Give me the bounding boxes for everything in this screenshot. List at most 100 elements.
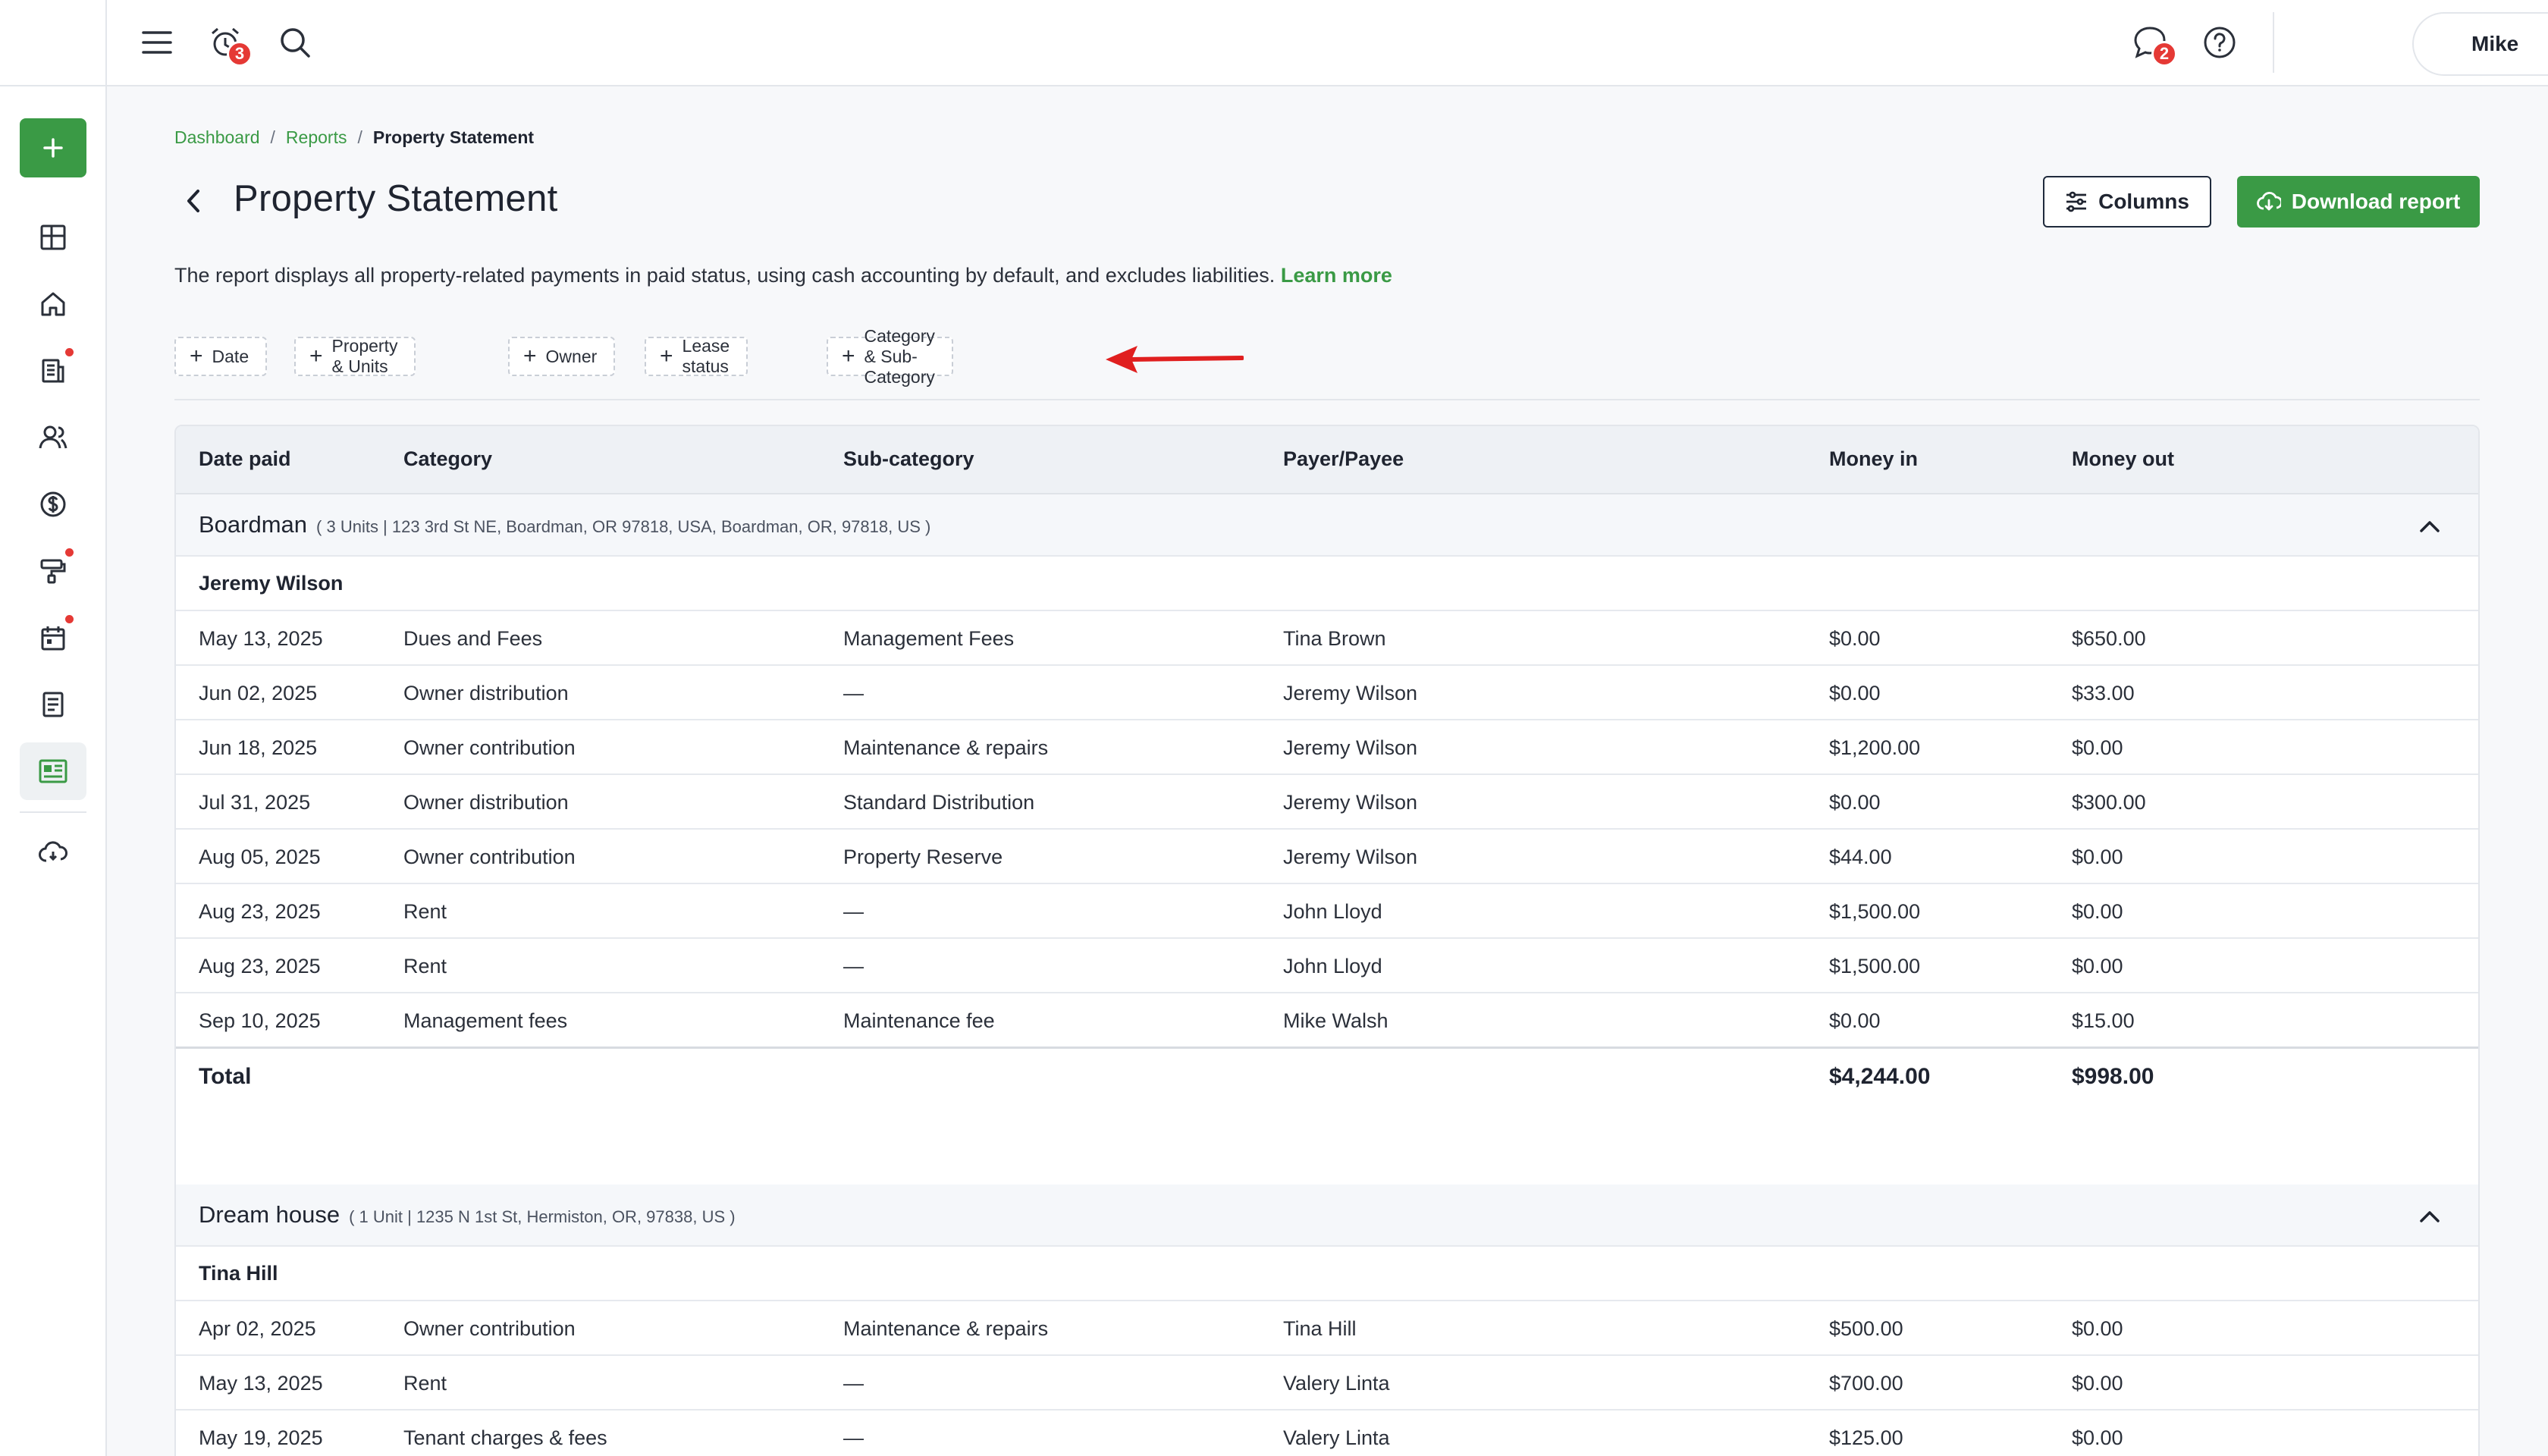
cell-money-out: $650.00: [2072, 627, 2146, 650]
breadcrumb-separator: /: [357, 127, 362, 147]
cell-date: Sep 10, 2025: [199, 1009, 321, 1032]
breadcrumb: Dashboard / Reports / Property Statement: [174, 127, 534, 148]
topbar: 3 2 Mike: [107, 0, 2548, 86]
cell-money-in: $1,200.00: [1829, 736, 1921, 759]
back-button[interactable]: [185, 182, 215, 220]
plus-icon: +: [190, 344, 203, 369]
cell-sub-category: —: [843, 955, 864, 977]
table-row[interactable]: Aug 23, 2025 Rent — John Lloyd $1,500.00…: [176, 884, 2478, 939]
cell-category: Tenant charges & fees: [403, 1426, 607, 1449]
cell-sub-category: —: [843, 1372, 864, 1395]
table-row[interactable]: Jun 02, 2025 Owner distribution — Jeremy…: [176, 666, 2478, 720]
chevron-left-icon: [187, 190, 199, 212]
cell-date: Jun 02, 2025: [199, 682, 318, 704]
learn-more-link[interactable]: Learn more: [1281, 264, 1392, 287]
table-row[interactable]: Aug 05, 2025 Owner contribution Property…: [176, 830, 2478, 884]
annotation-arrow-icon: [1106, 346, 1244, 373]
column-header-date-paid: Date paid: [199, 447, 291, 470]
table-row[interactable]: Jul 31, 2025 Owner distribution Standard…: [176, 775, 2478, 830]
page-title: Property Statement: [234, 178, 558, 219]
breadcrumb-dashboard-link[interactable]: Dashboard: [174, 127, 260, 148]
collapse-group-button[interactable]: [2415, 1201, 2445, 1232]
people-icon: [39, 425, 67, 449]
table-row[interactable]: May 13, 2025 Rent — Valery Linta $700.00…: [176, 1356, 2478, 1410]
sidebar-item-maintenance[interactable]: [20, 542, 86, 600]
cell-money-in: $44.00: [1829, 846, 1892, 868]
sidebar-item-properties[interactable]: [20, 275, 86, 333]
filter-label: Property & Units: [331, 336, 398, 376]
table-row[interactable]: May 13, 2025 Dues and Fees Management Fe…: [176, 611, 2478, 666]
sidebar-item-calendar[interactable]: [20, 609, 86, 667]
table-row[interactable]: Jun 18, 2025 Owner contribution Maintena…: [176, 720, 2478, 775]
cell-money-in: $0.00: [1829, 791, 1881, 814]
cell-money-in: $0.00: [1829, 627, 1881, 650]
columns-button[interactable]: Columns: [2043, 176, 2211, 228]
search-button[interactable]: [272, 20, 318, 65]
notifications-button[interactable]: 3: [202, 20, 253, 67]
menu-button[interactable]: [134, 20, 180, 65]
report-table: Date paid Category Sub-category Payer/Pa…: [174, 425, 2480, 1456]
report-description: The report displays all property-related…: [174, 264, 1392, 287]
cell-money-out: $0.00: [2072, 736, 2123, 759]
sidebar: [0, 0, 107, 1456]
cell-money-in: $125.00: [1829, 1426, 1903, 1449]
cell-money-out: $0.00: [2072, 846, 2123, 868]
filter-date[interactable]: + Date: [174, 337, 268, 376]
building-document-icon: [42, 359, 64, 383]
property-name: Dream house ( 1 Unit | 1235 N 1st St, Her…: [199, 1201, 736, 1228]
cell-money-in: $1,500.00: [1829, 955, 1921, 977]
table-row[interactable]: Sep 10, 2025 Management fees Maintenance…: [176, 993, 2478, 1048]
sidebar-item-accounting[interactable]: [20, 475, 86, 533]
column-header-money-out: Money out: [2072, 447, 2174, 470]
cell-category: Rent: [403, 1372, 447, 1395]
collapse-group-button[interactable]: [2415, 511, 2445, 541]
messages-button[interactable]: 2: [2127, 20, 2177, 67]
sidebar-logo-area: [0, 0, 105, 86]
dashboard-grid-icon: [40, 224, 66, 250]
sidebar-item-dashboard[interactable]: [20, 209, 86, 266]
cell-date: May 13, 2025: [199, 627, 323, 650]
property-group-header: Boardman ( 3 Units | 123 3rd St NE, Board…: [176, 494, 2478, 557]
notifications-badge: 3: [227, 41, 253, 67]
sidebar-item-leases[interactable]: [20, 342, 86, 400]
sidebar-item-documents[interactable]: [20, 676, 86, 733]
report-description-text: The report displays all property-related…: [174, 264, 1276, 287]
filter-category-subcategory[interactable]: + Category & Sub-Category: [827, 326, 953, 387]
cell-payer: Valery Linta: [1283, 1426, 1390, 1449]
sidebar-item-reports[interactable]: [20, 742, 86, 800]
download-report-button[interactable]: Download report: [2237, 176, 2480, 228]
sidebar-item-people[interactable]: [20, 409, 86, 466]
breadcrumb-current: Property Statement: [372, 127, 535, 147]
cell-sub-category: —: [843, 682, 864, 704]
cell-sub-category: Maintenance fee: [843, 1009, 995, 1032]
sliders-icon: [2066, 191, 2087, 212]
filter-lease-status[interactable]: + Lease status: [645, 336, 748, 376]
column-header-payer-payee: Payer/Payee: [1283, 447, 1404, 470]
cell-category: Owner contribution: [403, 846, 576, 868]
help-button[interactable]: [2197, 20, 2242, 65]
table-row[interactable]: Apr 02, 2025 Owner contribution Maintena…: [176, 1301, 2478, 1356]
table-row[interactable]: Aug 23, 2025 Rent — John Lloyd $1,500.00…: [176, 939, 2478, 993]
calendar-icon: [41, 626, 65, 651]
user-name: Mike: [2471, 32, 2519, 55]
cloud-upload-icon: [39, 841, 67, 862]
table-row[interactable]: May 19, 2025 Tenant charges & fees — Val…: [176, 1410, 2478, 1456]
cell-payer: Mike Walsh: [1283, 1009, 1389, 1032]
user-menu[interactable]: Mike: [2412, 12, 2548, 76]
cell-payer: Jeremy Wilson: [1283, 682, 1418, 704]
plus-icon: +: [842, 344, 855, 369]
filter-property-units[interactable]: + Property & Units: [294, 336, 416, 376]
total-money-in: $4,244.00: [1829, 1064, 1931, 1089]
owner-name: Jeremy Wilson: [199, 572, 344, 595]
cell-money-in: $700.00: [1829, 1372, 1903, 1395]
help-circle-icon: [2204, 27, 2236, 58]
filter-owner[interactable]: + Owner: [508, 337, 616, 376]
cell-date: May 13, 2025: [199, 1372, 323, 1395]
column-header-sub-category: Sub-category: [843, 447, 974, 470]
total-label: Total: [199, 1064, 252, 1089]
total-row: Total $4,244.00 $998.00: [176, 1046, 2478, 1104]
add-new-button[interactable]: [20, 118, 86, 177]
sidebar-item-cloud[interactable]: [20, 823, 86, 880]
breadcrumb-reports-link[interactable]: Reports: [286, 127, 347, 148]
cell-category: Rent: [403, 900, 447, 923]
